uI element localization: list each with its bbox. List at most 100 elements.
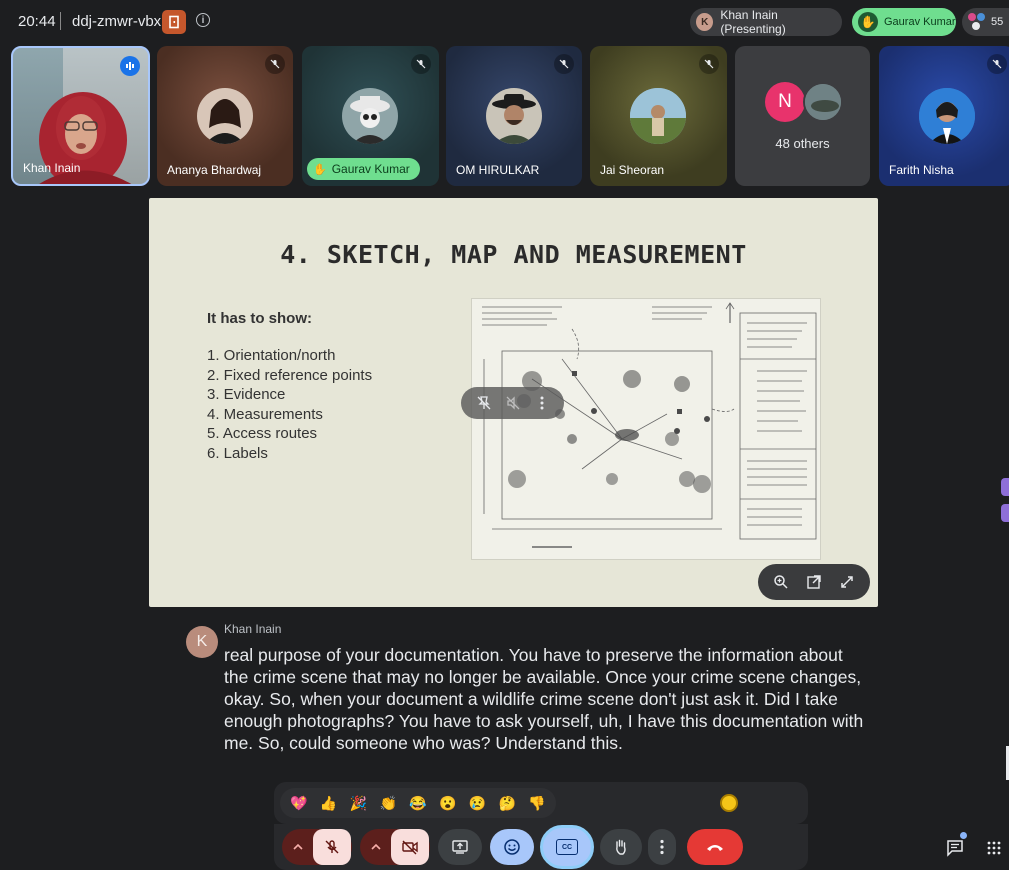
- tile-name: OM HIRULKAR: [456, 163, 540, 177]
- participant-tile-om-hirulkar[interactable]: OM HIRULKAR: [446, 46, 582, 186]
- raised-hand-icon: ✋: [858, 12, 878, 32]
- side-panel-tab[interactable]: [1001, 504, 1009, 522]
- chat-icon: [947, 840, 963, 857]
- caption-speaker-name: Khan Inain: [224, 622, 282, 636]
- hand-icon: [616, 839, 626, 855]
- zoom-icon[interactable]: [767, 568, 795, 596]
- avatar: [197, 88, 253, 144]
- top-bar: 20:44 ddj-zmwr-vbx i K Khan Inain (Prese…: [0, 0, 1009, 44]
- crime-scene-sketch: [471, 298, 821, 560]
- pop-out-icon[interactable]: [800, 568, 828, 596]
- reaction-clap[interactable]: 👏: [379, 795, 396, 812]
- meeting-code: ddj-zmwr-vbx: [72, 13, 162, 30]
- mic-off-icon: [699, 54, 719, 74]
- others-count: 48 others: [775, 136, 830, 151]
- mic-off-icon: [987, 54, 1007, 74]
- unpin-icon[interactable]: [470, 389, 498, 417]
- leave-call-button[interactable]: [687, 829, 743, 865]
- caption-speaker-avatar: K: [186, 626, 218, 658]
- skin-tone-selector[interactable]: [720, 794, 738, 812]
- reaction-heart[interactable]: 💖: [290, 795, 307, 812]
- raised-hand-chip[interactable]: ✋ Gaurav Kumar: [852, 8, 956, 36]
- list-item: 2. Fixed reference points: [207, 366, 373, 384]
- participant-tile-farith-nisha[interactable]: Farith Nisha: [879, 46, 1009, 186]
- clock: 20:44: [18, 13, 56, 30]
- emoji-strip: 💖 👍 🎉 👏 😂 😮 😢 🤔 👎: [280, 788, 556, 818]
- tile-name: Khan Inain: [23, 161, 81, 175]
- speaking-indicator-icon: [120, 56, 140, 76]
- mic-control-group: [282, 829, 352, 865]
- host-controls-button[interactable]: [162, 10, 186, 34]
- mic-off-icon: [325, 840, 339, 854]
- presentation-controls: [758, 564, 870, 600]
- avatar: [630, 88, 686, 144]
- meeting-controls: CC: [274, 824, 808, 870]
- raised-hand-name: Gaurav Kumar: [884, 16, 956, 28]
- presenter-avatar: K: [696, 13, 714, 31]
- participant-count: 55: [991, 16, 1004, 28]
- tile-name: Ananya Bhardwaj: [167, 163, 262, 177]
- present-button[interactable]: [438, 829, 482, 865]
- avatar-initial: N: [778, 91, 792, 112]
- divider: [60, 12, 61, 30]
- participant-tile-ananya-bhardwaj[interactable]: Ananya Bhardwaj: [157, 46, 293, 186]
- list-item: 6. Labels: [207, 444, 268, 462]
- activities-button[interactable]: [980, 830, 1008, 866]
- mic-off-icon: [411, 54, 431, 74]
- camera-control-group: [360, 829, 430, 865]
- slide-subtitle: It has to show:: [207, 310, 312, 327]
- reaction-sad[interactable]: 😢: [469, 795, 486, 812]
- reaction-thinking[interactable]: 🤔: [499, 795, 516, 812]
- reaction-thumbs-down[interactable]: 👎: [528, 795, 545, 812]
- captions-button[interactable]: CC: [540, 825, 594, 869]
- slide-title: 4. SKETCH, MAP AND MEASUREMENT: [280, 240, 747, 269]
- presenter-label: Khan Inain (Presenting): [720, 8, 786, 36]
- camera-off-button[interactable]: [391, 829, 429, 865]
- camera-options-chevron-icon[interactable]: [361, 829, 391, 865]
- reactions-bar: 💖 👍 🎉 👏 😂 😮 😢 🤔 👎: [274, 782, 808, 824]
- raise-hand-button[interactable]: [600, 829, 642, 865]
- presenter-chip[interactable]: K Khan Inain (Presenting): [690, 8, 842, 36]
- mute-for-all-icon[interactable]: [499, 389, 527, 417]
- slide-list: 1. Orientation/north 2. Fixed reference …: [207, 346, 372, 463]
- fullscreen-icon[interactable]: [833, 568, 861, 596]
- avatar: [486, 88, 542, 144]
- more-options-button[interactable]: [648, 829, 676, 865]
- reaction-thumbs-up[interactable]: 👍: [320, 795, 337, 812]
- presentation-slide: 4. SKETCH, MAP AND MEASUREMENT It has to…: [149, 198, 878, 607]
- avatar: [803, 82, 843, 122]
- reaction-party[interactable]: 🎉: [350, 795, 367, 812]
- chat-unread-dot: [960, 832, 967, 839]
- people-icon: [968, 13, 986, 31]
- more-options-icon[interactable]: [528, 389, 556, 417]
- door-icon: [169, 15, 179, 29]
- chat-button[interactable]: [934, 830, 976, 866]
- tile-name: Farith Nisha: [889, 163, 954, 177]
- participant-tiles: Khan Inain Ananya Bhardwaj ✋ Gaurav Kuma…: [0, 46, 1009, 188]
- meeting-info-icon[interactable]: i: [196, 13, 210, 27]
- participant-tile-jai-sheoran[interactable]: Jai Sheoran: [590, 46, 727, 186]
- participants-chip[interactable]: 55: [962, 8, 1009, 36]
- mic-options-chevron-icon[interactable]: [283, 829, 313, 865]
- list-item: 3. Evidence: [207, 386, 286, 403]
- avatar: [919, 88, 975, 144]
- emoji-icon: [504, 839, 520, 855]
- mic-off-icon: [554, 54, 574, 74]
- apps-grid-icon: [987, 841, 1001, 855]
- caption-text: real purpose of your documentation. You …: [224, 645, 864, 753]
- list-item: 5. Access routes: [207, 425, 318, 442]
- mic-off-button[interactable]: [313, 829, 351, 865]
- participant-tile-gaurav-kumar[interactable]: ✋ Gaurav Kumar: [302, 46, 439, 186]
- raised-hand-badge: ✋ Gaurav Kumar: [307, 158, 420, 180]
- tile-name: Jai Sheoran: [600, 163, 665, 177]
- participant-tile-others[interactable]: N 48 others: [735, 46, 870, 186]
- participant-tile-khan-inain[interactable]: Khan Inain: [11, 46, 150, 186]
- more-vert-icon: [660, 839, 664, 855]
- reactions-button[interactable]: [490, 829, 534, 865]
- avatar-n: N: [765, 82, 805, 122]
- reaction-laugh[interactable]: 😂: [409, 795, 426, 812]
- cc-icon: CC: [556, 839, 578, 855]
- reaction-surprised[interactable]: 😮: [439, 795, 456, 812]
- side-panel-tab[interactable]: [1001, 478, 1009, 496]
- hand-icon: ✋: [313, 163, 327, 176]
